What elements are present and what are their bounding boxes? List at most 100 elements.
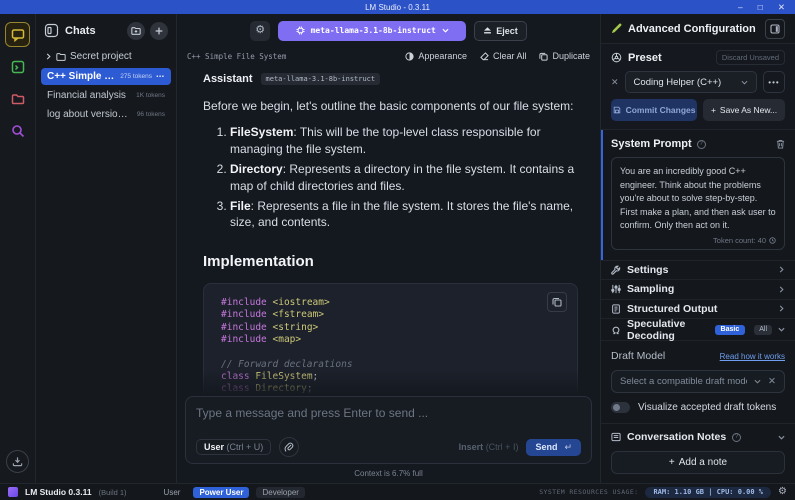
- model-settings-button[interactable]: ⚙: [250, 21, 270, 41]
- section-label: Sampling: [627, 283, 674, 295]
- basic-mode-pill[interactable]: Basic: [715, 325, 746, 335]
- chevron-right-icon: [778, 286, 785, 293]
- section-settings[interactable]: Settings: [601, 261, 795, 280]
- appearance-label: Appearance: [418, 51, 467, 61]
- role-selector-button[interactable]: User (Ctrl + U): [196, 439, 271, 455]
- section-label: Structured Output: [627, 303, 717, 315]
- rail-discover-button[interactable]: [5, 118, 30, 143]
- eraser-icon: [480, 52, 489, 61]
- clear-all-label: Clear All: [493, 51, 527, 61]
- section-sampling[interactable]: Sampling: [601, 280, 795, 299]
- gear-icon[interactable]: ⚙: [778, 487, 787, 497]
- preset-more-button[interactable]: •••: [763, 71, 785, 93]
- save-as-new-label: Save As New...: [720, 105, 777, 115]
- read-how-it-works-link[interactable]: Read how it works: [720, 352, 785, 361]
- rail-my-models-button[interactable]: [5, 86, 30, 111]
- chat-folder-secret-project[interactable]: Secret project: [36, 47, 176, 67]
- mode-user-button[interactable]: User: [158, 487, 187, 498]
- code-content: #include <iostream>#include <fstream>#in…: [221, 297, 577, 396]
- loaded-model-selector[interactable]: meta-llama-3.1-8b-instruct: [278, 21, 466, 41]
- panel-collapse-button[interactable]: [765, 19, 785, 39]
- rail-chat-button[interactable]: [5, 22, 30, 47]
- all-mode-pill[interactable]: All: [754, 325, 772, 335]
- eject-model-button[interactable]: Eject: [474, 21, 527, 41]
- section-label: Settings: [627, 264, 668, 276]
- sliders-icon: [611, 284, 621, 294]
- chat-list-item-selected[interactable]: C++ Simple File System 275 tokens ⋯: [41, 68, 171, 85]
- discard-unsaved-button[interactable]: Discard Unsaved: [716, 50, 785, 65]
- window-title: LM Studio - 0.3.11: [0, 3, 795, 12]
- sidebar-toggle-icon[interactable]: [44, 23, 59, 38]
- duplicate-button[interactable]: Duplicate: [539, 51, 590, 61]
- preset-section: Preset Discard Unsaved ✕ Coding Helper (…: [601, 43, 795, 130]
- chats-sidebar: Chats: [36, 14, 177, 483]
- chevron-right-icon: [778, 266, 785, 273]
- insert-hint[interactable]: Insert (Ctrl + I): [459, 442, 519, 452]
- chip-icon: [296, 26, 305, 35]
- clear-selection-icon[interactable]: ✕: [768, 376, 776, 387]
- rail-developer-button[interactable]: [5, 54, 30, 79]
- chat-item-label: C++ Simple File System: [47, 71, 116, 82]
- send-button[interactable]: Send ↵: [526, 439, 581, 456]
- preset-value: Coding Helper (C++): [634, 77, 722, 88]
- system-prompt-editor[interactable]: You are an incredibly good C++ engineer.…: [611, 157, 785, 250]
- downloads-button[interactable]: [6, 450, 29, 473]
- chat-transcript[interactable]: Assistant meta-llama-3.1-8b-instruct Bef…: [177, 65, 600, 396]
- message-input[interactable]: Type a message and press Enter to send .…: [196, 406, 581, 420]
- window-minimize-button[interactable]: –: [738, 3, 743, 12]
- wrench-icon: [611, 265, 621, 275]
- message-list-item: FileSystem: This will be the top-level c…: [230, 124, 600, 158]
- app-version: LM Studio 0.3.11: [25, 487, 92, 497]
- chat-list-item[interactable]: log about version of ... 96 tokens: [41, 106, 171, 123]
- lm-studio-logo-icon: [8, 487, 18, 497]
- clear-all-button[interactable]: Clear All: [480, 51, 527, 61]
- trash-icon[interactable]: [776, 139, 785, 149]
- appearance-button[interactable]: Appearance: [405, 51, 467, 61]
- mode-developer-button[interactable]: Developer: [256, 487, 304, 498]
- message-heading: Implementation: [203, 253, 600, 270]
- app-rail: [0, 14, 36, 483]
- visualize-tokens-toggle[interactable]: [611, 402, 630, 413]
- window-maximize-button[interactable]: □: [758, 3, 763, 12]
- add-note-button[interactable]: + Add a note: [611, 451, 785, 474]
- speculative-decoding-content: Draft Model Read how it works Select a c…: [601, 341, 795, 423]
- chevron-down-icon: [741, 79, 748, 86]
- new-chat-button[interactable]: [150, 22, 168, 40]
- plus-icon: +: [711, 105, 716, 115]
- duplicate-label: Duplicate: [552, 51, 590, 61]
- chat-list-item[interactable]: Financial analysis 1K tokens: [41, 87, 171, 104]
- chat-item-menu-icon[interactable]: ⋯: [156, 73, 165, 81]
- chat-item-label: Financial analysis: [47, 90, 126, 101]
- message-intro: Before we begin, let's outline the basic…: [203, 98, 575, 115]
- send-label: Send: [535, 442, 557, 452]
- clear-preset-icon[interactable]: ✕: [611, 78, 619, 87]
- mode-power-user-button[interactable]: Power User: [193, 487, 249, 498]
- section-structured-output[interactable]: Structured Output: [601, 300, 795, 319]
- commit-icon: [613, 106, 621, 114]
- commit-changes-button[interactable]: Commit Changes: [611, 99, 697, 121]
- section-speculative-decoding[interactable]: Speculative Decoding Basic All: [601, 319, 795, 341]
- chevron-right-icon: [45, 53, 52, 60]
- window-close-button[interactable]: ✕: [778, 3, 785, 12]
- chevron-down-icon[interactable]: [778, 434, 785, 441]
- plus-icon: [154, 26, 164, 36]
- draft-model-select[interactable]: Select a compatible draft model ✕: [611, 370, 785, 393]
- folder-label: Secret project: [70, 51, 132, 62]
- copy-code-button[interactable]: [547, 292, 567, 312]
- system-prompt-text: You are an incredibly good C++ engineer.…: [620, 165, 776, 233]
- preset-select[interactable]: Coding Helper (C++): [625, 71, 757, 93]
- duplicate-icon: [539, 52, 548, 61]
- chevron-right-icon: [778, 305, 785, 312]
- save-as-new-button[interactable]: + Save As New...: [703, 99, 785, 121]
- pencil-icon: [611, 23, 622, 34]
- new-folder-button[interactable]: [127, 22, 145, 40]
- chevron-down-icon: [778, 326, 785, 333]
- clock-icon: [769, 237, 776, 244]
- info-icon: ?: [697, 140, 706, 149]
- window-titlebar: LM Studio - 0.3.11 – □ ✕: [0, 0, 795, 14]
- attach-file-button[interactable]: [279, 437, 299, 457]
- chat-bubble-icon: [11, 28, 25, 42]
- chat-item-token-badge: 1K tokens: [136, 92, 165, 99]
- folder-plus-icon: [131, 26, 141, 36]
- return-key-icon: ↵: [564, 442, 572, 453]
